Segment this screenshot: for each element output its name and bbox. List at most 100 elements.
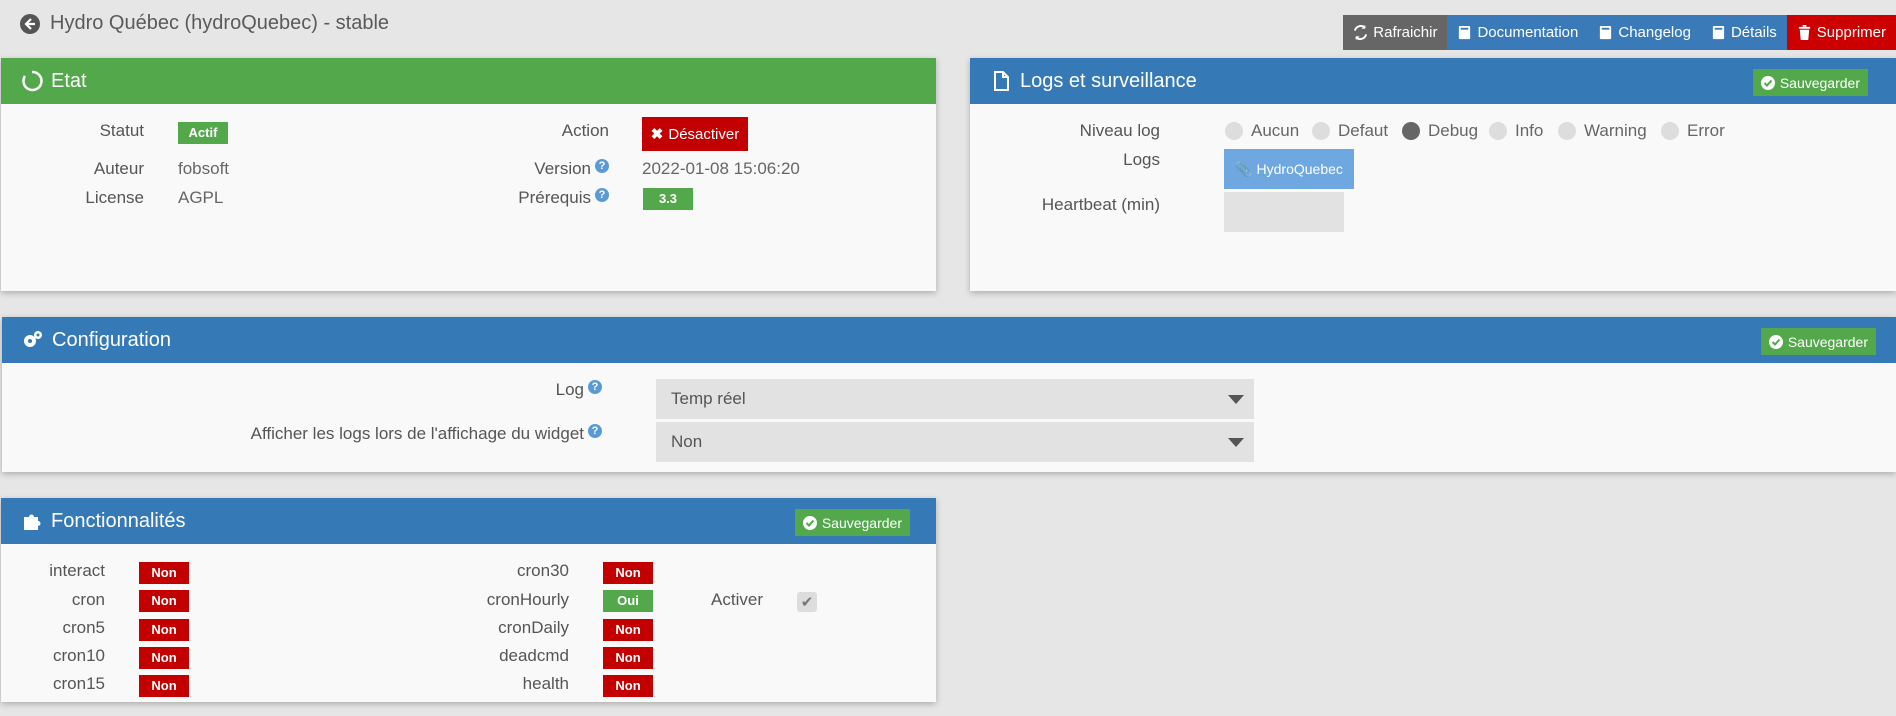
feature-status-badge: Non [139,562,189,584]
activer-checkbox[interactable]: ✔ [797,592,817,612]
log-label-wrap: Log? [302,380,602,400]
paperclip-icon: 📎 [1235,160,1253,177]
etat-panel: Etat Statut Actif Auteur fobsoft License… [1,58,936,291]
action-label: Action [561,121,609,140]
changelog-label: Changelog [1618,24,1691,41]
features-save-button[interactable]: Sauvegarder [794,509,910,536]
features-save-label: Sauvegarder [821,514,902,531]
trash-icon [1798,25,1810,40]
book-icon [1600,25,1612,40]
features-title: Fonctionnalités [51,509,186,532]
documentation-button[interactable]: Documentation [1447,15,1589,50]
feature-name: cronDaily [498,618,569,637]
license-label: License [85,188,144,207]
check-circle-icon [1768,334,1783,349]
configuration-save-button[interactable]: Sauvegarder [1760,328,1876,355]
help-icon[interactable]: ? [588,380,602,394]
feature-status-badge: Non [603,562,653,584]
delete-button[interactable]: Supprimer [1786,15,1896,50]
radio-error[interactable]: Error [1661,121,1725,141]
statut-label: Statut [99,121,144,140]
chevron-down-icon [1228,395,1244,404]
radio-label: Debug [1428,121,1479,140]
feature-status-badge: Non [139,590,189,612]
radio-defaut[interactable]: Defaut [1312,121,1388,141]
feature-status-badge: Non [139,647,189,669]
hydroquebec-log-button[interactable]: 📎 HydroQuebec [1224,149,1354,189]
radio-label: Aucun [1251,121,1300,140]
radio-dot [1558,122,1576,140]
delete-label: Supprimer [1816,24,1886,41]
feature-name: deadcmd [499,646,569,665]
log-select-value: Temp réel [671,389,746,408]
help-icon[interactable]: ? [595,188,609,202]
radio-dot [1312,122,1330,140]
niveau-log-label: Niveau log [1079,121,1160,140]
auteur-label: Auteur [93,159,144,178]
configuration-header: Configuration Sauvegarder [2,317,1896,363]
documentation-label: Documentation [1477,24,1579,41]
check-circle-icon [1760,75,1775,90]
details-label: Détails [1730,24,1777,41]
details-button[interactable]: Détails [1700,15,1787,50]
back-arrow-icon[interactable] [20,13,40,34]
feature-status-badge: Non [603,647,653,669]
status-badge: Actif [178,122,228,144]
refresh-label: Rafraichir [1373,24,1438,41]
feature-name: cron5 [62,618,105,637]
radio-label: Error [1687,121,1725,140]
changelog-button[interactable]: Changelog [1588,15,1701,50]
chevron-down-icon [1228,438,1244,447]
radio-label: Defaut [1338,121,1389,140]
help-icon[interactable]: ? [595,159,609,173]
page-header: Hydro Québec (hydroQuebec) - stable [20,12,389,35]
feature-status-badge: Non [139,675,189,697]
auteur-value: fobsoft [178,159,230,178]
file-icon [994,71,1009,91]
page-title: Hydro Québec (hydroQuebec) - stable [50,12,390,34]
feature-name: cron [71,590,105,609]
feature-status-badge: Non [603,619,653,641]
version-value: 2022-01-08 15:06:20 [642,159,800,178]
features-header: Fonctionnalités Sauvegarder [1,498,936,544]
refresh-button[interactable]: Rafraichir [1343,15,1448,50]
deactivate-button[interactable]: ✖ Désactiver [642,117,748,151]
close-icon: ✖ [650,126,664,143]
prerequis-label-wrap: Prérequis? [481,188,609,208]
widget-select[interactable]: Non [656,422,1254,462]
feature-status-badge: Oui [603,590,653,612]
logs-title: Logs et surveillance [1020,69,1197,92]
logs-panel: Logs et surveillance Sauvegarder Niveau … [970,58,1896,291]
configuration-title: Configuration [52,328,171,351]
radio-debug[interactable]: Debug [1402,121,1478,141]
feature-name: cron10 [53,646,105,665]
heartbeat-input[interactable] [1224,192,1344,232]
widget-label-wrap: Afficher les logs lors de l'affichage du… [102,424,602,444]
log-select[interactable]: Temp réel [656,379,1254,419]
deactivate-label: Désactiver [668,125,740,143]
feature-name: interact [49,561,105,580]
logs-save-button[interactable]: Sauvegarder [1752,69,1868,96]
widget-select-value: Non [671,432,703,451]
version-label-wrap: Version? [481,159,609,179]
etat-title: Etat [51,69,87,92]
prerequis-label: Prérequis [518,188,591,207]
radio-dot [1661,122,1679,140]
license-value: AGPL [178,188,224,207]
radio-label: Info [1515,121,1544,140]
heartbeat-label: Heartbeat (min) [1041,195,1160,214]
help-icon[interactable]: ? [588,424,602,438]
radio-dot [1489,122,1507,140]
radio-info[interactable]: Info [1489,121,1543,141]
book-icon [1712,25,1725,40]
logs-header: Logs et surveillance Sauvegarder [970,58,1896,104]
checkmark-icon: ✔ [800,594,814,611]
prerequis-badge: 3.3 [643,188,693,210]
gears-icon [24,331,42,347]
radio-aucun[interactable]: Aucun [1225,121,1299,141]
feature-status-badge: Non [139,619,189,641]
logs-label: Logs [1123,150,1160,169]
radio-warning[interactable]: Warning [1558,121,1647,141]
feature-name: cron15 [53,674,105,693]
toolbar: Rafraichir Documentation Changelog Détai… [1343,15,1896,50]
